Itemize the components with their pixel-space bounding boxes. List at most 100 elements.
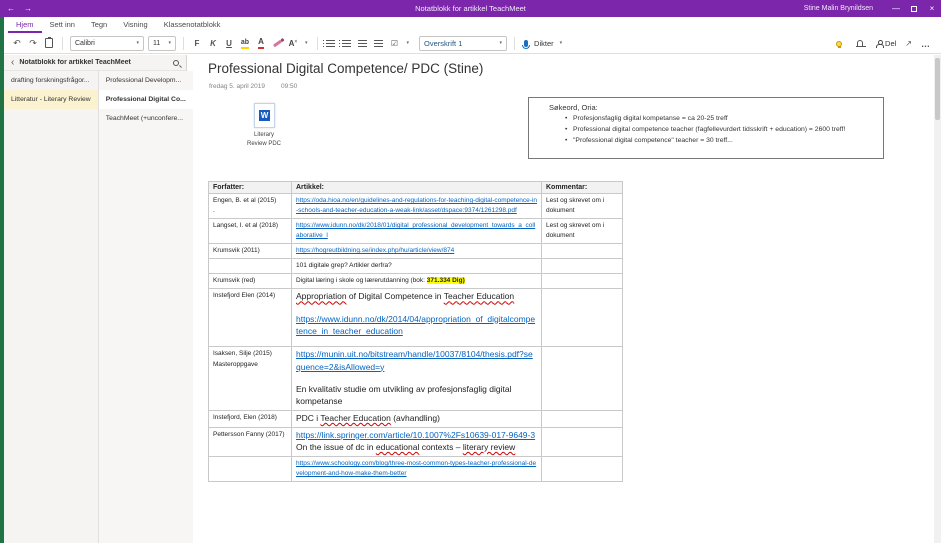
author-cell: Instefjord, Elen (2018) (209, 410, 292, 427)
article-text: of Digital Competence in (347, 291, 444, 301)
paste-button[interactable] (43, 35, 55, 51)
table-row: Langset, I. et al (2018)https://www.idun… (209, 219, 623, 244)
redo-button[interactable]: ↷ (27, 35, 39, 51)
word-attachment[interactable]: Literary Review PDC (236, 103, 292, 150)
back-button[interactable]: ← (7, 4, 15, 13)
page-date: fredag 5. april 201909:50 (209, 83, 297, 90)
user-name[interactable]: Stine Malin Brynildsen (804, 5, 873, 12)
tab-tegn[interactable]: Tegn (83, 17, 115, 33)
tab-hjem[interactable]: Hjem (8, 17, 42, 33)
notebook-title[interactable]: Notatblokk for artikkel TeachMeet (19, 59, 168, 66)
table-row: https://www.schoology.com/blog/three-mos… (209, 456, 623, 481)
outdent-icon (358, 40, 367, 47)
ribbon-tab-bar: HjemSett innTegnVisningKlassenotatblokk (4, 17, 941, 33)
ribbon-expand-button[interactable]: ↗ (905, 39, 912, 48)
bell-icon (857, 40, 863, 46)
author-cell (209, 456, 292, 481)
tab-klassenotatblokk[interactable]: Klassenotatblokk (156, 17, 229, 33)
article-link[interactable]: https://www.schoology.com/blog/three-mos… (296, 460, 536, 477)
article-text: Teacher Education (320, 413, 390, 423)
search-icon[interactable] (173, 60, 179, 66)
dictate-label[interactable]: Dikter (534, 39, 554, 48)
scrollbar-thumb[interactable] (935, 58, 940, 120)
more-tags-chevron[interactable]: ▾ (405, 40, 412, 46)
font-color-button[interactable]: A (255, 35, 267, 51)
article-link[interactable]: https://www.idunn.no/dk/2014/04/appropri… (296, 314, 535, 336)
table-row: Instefjord, Elen (2018) PDC i Teacher Edu… (209, 410, 623, 427)
tell-me-button[interactable] (833, 36, 845, 52)
vertical-scrollbar[interactable] (934, 55, 941, 543)
styles-select[interactable]: Overskrift 1 ▾ (419, 36, 507, 51)
todo-tag-button[interactable]: ☑ (389, 35, 401, 51)
tab-visning[interactable]: Visning (115, 17, 155, 33)
numbered-list-button[interactable] (341, 35, 353, 51)
italic-button[interactable]: K (207, 35, 219, 51)
indent-button[interactable] (373, 35, 385, 51)
more-options-button[interactable]: … (921, 39, 931, 49)
article-text: Appropriation (296, 291, 347, 301)
author-cell: Krumsvik (2011) (209, 244, 292, 259)
time-text: 09:50 (281, 83, 297, 90)
outdent-button[interactable] (357, 35, 369, 51)
comment-cell: Lest og skrevet om i dokument (542, 194, 623, 219)
sidebar-page-item[interactable]: Professional Developm... (99, 71, 193, 90)
close-button[interactable]: × (923, 0, 941, 17)
author-cell (209, 259, 292, 274)
dictate-chevron[interactable]: ▾ (558, 40, 565, 46)
article-cell: 101 digitale grep? Artikler derfra? (292, 259, 542, 274)
collapse-sidebar-button[interactable]: ‹ (11, 56, 14, 70)
clear-formatting-button[interactable]: A× (287, 35, 299, 51)
author-cell: Engen, B. et al (2015) . (209, 194, 292, 219)
article-link[interactable]: https://munin.uit.no/bitstream/handle/10… (296, 349, 533, 371)
article-cell: https://link.springer.com/article/10.100… (292, 427, 542, 456)
keywords-list: Profesjonsfaglig digital kompetanse = ca… (565, 114, 875, 147)
article-link[interactable]: https://hogreutbildning.se/index.php/hu/… (296, 247, 454, 254)
sidebar-page-item[interactable]: TeachMeet (+unconfere... (99, 109, 193, 128)
article-text: 371.334 Dig) (427, 277, 465, 284)
article-cell: https://hogreutbildning.se/index.php/hu/… (292, 244, 542, 259)
note-canvas[interactable]: Professional Digital Competence/ PDC (St… (188, 55, 934, 543)
more-fonts-chevron[interactable]: ▾ (303, 40, 310, 46)
article-text: literary review (463, 442, 515, 452)
article-link[interactable]: https://www.idunn.no/dk/2018/01/digital_… (296, 222, 535, 239)
bullet-list-button[interactable] (325, 35, 337, 51)
author-cell: Pettersson Fanny (2017) (209, 427, 292, 456)
article-cell: Digital læring i skole og lærerutdanning… (292, 274, 542, 289)
forward-button[interactable]: → (24, 4, 32, 13)
clear-formatting-icon: A× (289, 39, 298, 48)
chevron-down-icon: ▾ (500, 40, 503, 46)
indent-icon (374, 40, 383, 47)
article-cell: https://www.schoology.com/blog/three-mos… (292, 456, 542, 481)
author-cell: Instefjord Elen (2014) (209, 289, 292, 347)
highlight-button[interactable]: ab (239, 35, 251, 51)
comment-cell: Lest og skrevet om i dokument (542, 219, 623, 244)
minimize-button[interactable]: — (887, 0, 905, 17)
bold-button[interactable]: F (191, 35, 203, 51)
table-header-cell: Forfatter: (209, 182, 292, 194)
sidebar-section-item[interactable]: Litteratur - Literary Review (4, 90, 98, 109)
notifications-button[interactable] (854, 36, 866, 52)
page-title[interactable]: Professional Digital Competence/ PDC (St… (208, 61, 483, 76)
divider (317, 37, 318, 50)
format-painter-button[interactable] (271, 35, 283, 51)
tab-sett-inn[interactable]: Sett inn (42, 17, 83, 33)
dictate-button[interactable] (522, 35, 530, 51)
undo-button[interactable]: ↶ (11, 35, 23, 51)
table-row: Krumsvik (2011) https://hogreutbildning.s… (209, 244, 623, 259)
table-row: Instefjord Elen (2014) Appropriation of D… (209, 289, 623, 347)
table-header-cell: Kommentar: (542, 182, 623, 194)
article-link[interactable]: https://oda.hioa.no/en/guidelines-and-re… (296, 197, 537, 214)
font-size-select[interactable]: 11 ▾ (148, 36, 176, 51)
article-text: educational (376, 442, 419, 452)
maximize-icon (911, 6, 917, 12)
clipboard-icon (45, 38, 53, 48)
sidebar-section-item[interactable]: drafting forskningsfrågor... (4, 71, 98, 90)
share-button[interactable]: Del (875, 36, 896, 52)
maximize-button[interactable] (905, 0, 923, 17)
underline-button[interactable]: U (223, 35, 235, 51)
font-name-select[interactable]: Calibri ▾ (70, 36, 144, 51)
table-row: 101 digitale grep? Artikler derfra? (209, 259, 623, 274)
article-text: PDC i (296, 413, 320, 423)
article-link[interactable]: https://link.springer.com/article/10.100… (296, 430, 535, 440)
sidebar-page-item[interactable]: Professional Digital Co... (99, 90, 193, 109)
